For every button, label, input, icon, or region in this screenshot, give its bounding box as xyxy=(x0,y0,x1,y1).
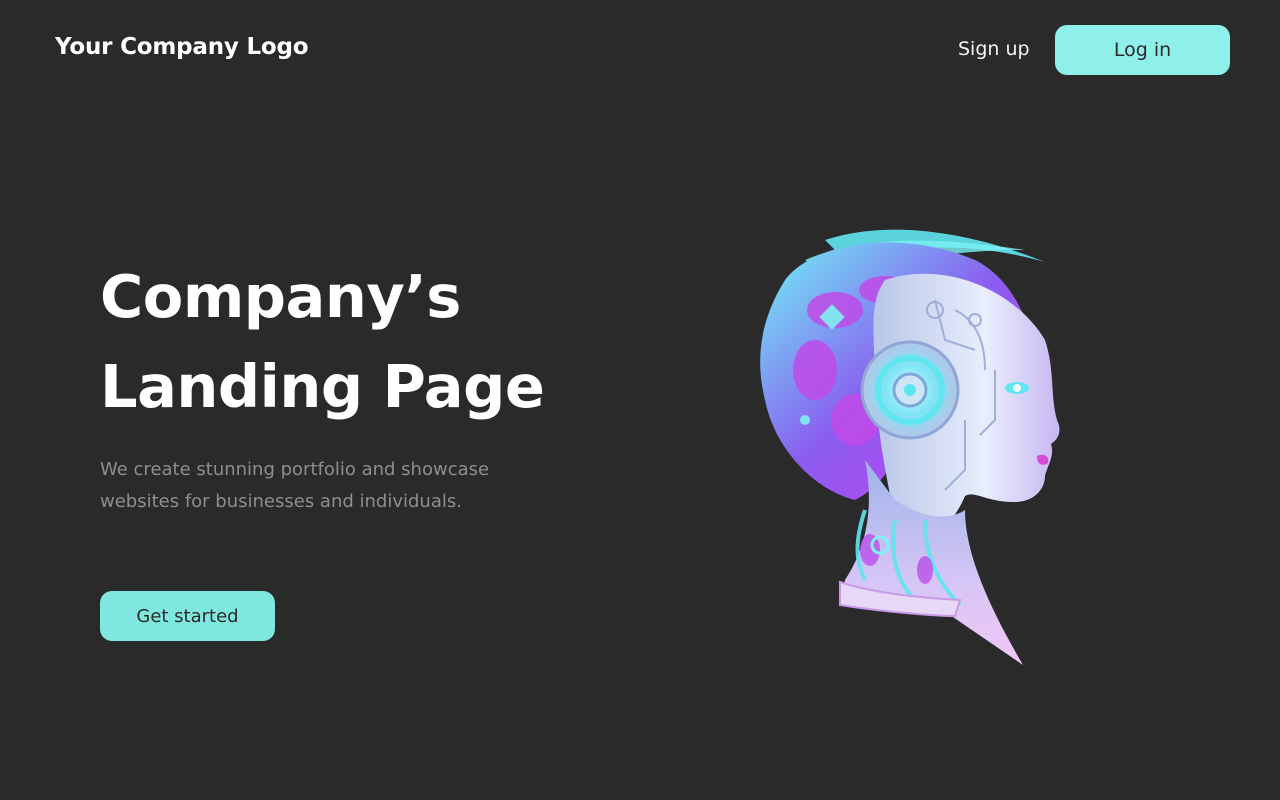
hero-title-line-1: Company’s xyxy=(100,262,461,331)
hero-title-line-2: Landing Page xyxy=(100,352,545,421)
landing-page: Your Company Logo Sign up Log in Company… xyxy=(0,0,1280,800)
cyborg-head-illustration xyxy=(760,229,1060,665)
hero-description: We create stunning portfolio and showcas… xyxy=(100,459,490,512)
get-started-button[interactable]: Get started xyxy=(100,591,275,641)
hero-title: Company’s Landing Page xyxy=(100,252,620,432)
login-button[interactable]: Log in xyxy=(1055,25,1230,75)
site-header: Your Company Logo Sign up Log in xyxy=(0,0,1280,100)
company-logo[interactable]: Your Company Logo xyxy=(55,34,309,60)
signup-link[interactable]: Sign up xyxy=(958,38,1030,60)
